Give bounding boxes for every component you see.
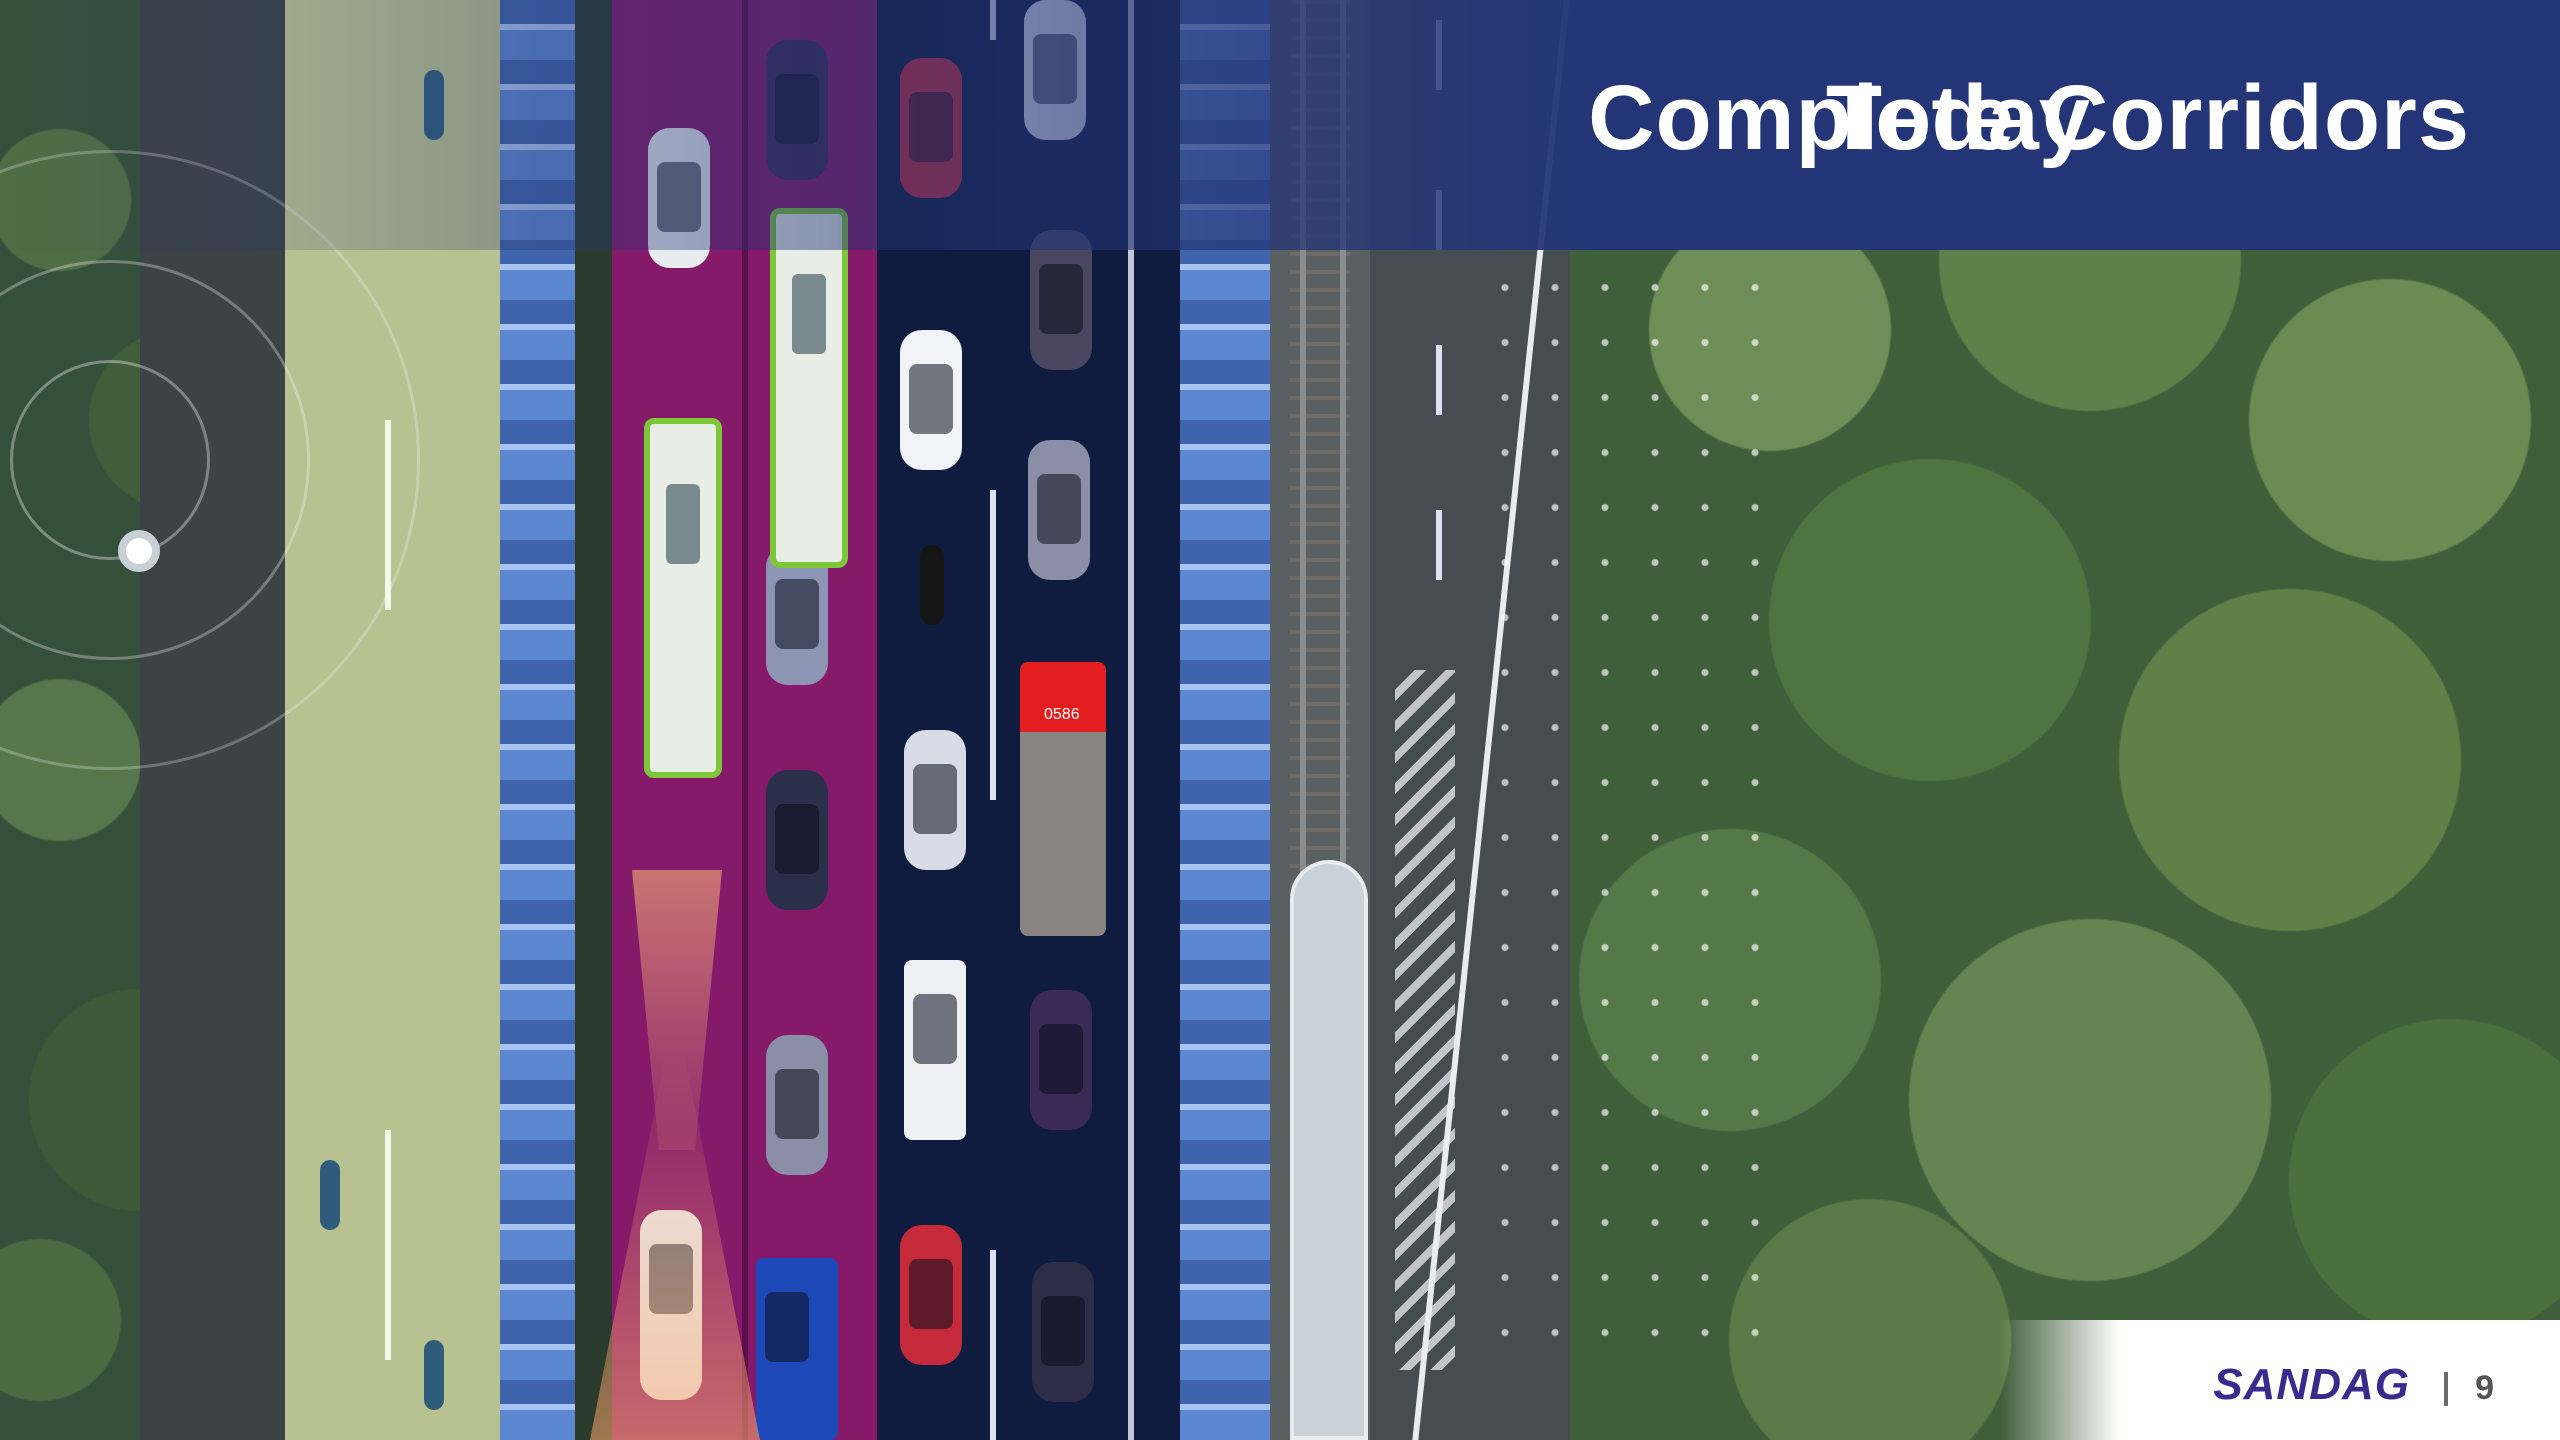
footer-separator [2444, 1372, 2448, 1406]
fire-truck-number: 0586 [1044, 706, 1080, 723]
car [900, 330, 962, 470]
bus [770, 208, 848, 568]
lane-dash [990, 1250, 996, 1440]
slide: 0586 Complete Corridors Today SANDAG 9 [0, 0, 2560, 1440]
lane-dash [1436, 345, 1442, 415]
lane-dash [1436, 510, 1442, 580]
sensor-range-ring [10, 360, 210, 560]
light-rail-train [1290, 860, 1368, 1440]
car [904, 730, 966, 870]
slide-title-overlay: Today [1825, 67, 2090, 169]
motorcycle [920, 545, 944, 625]
autonomous-vehicle [756, 1258, 838, 1440]
fire-truck [1020, 662, 1106, 936]
page-number: 9 [2475, 1369, 2494, 1407]
dot-grid-overlay [1480, 260, 1800, 1360]
sensor-icon [118, 530, 160, 572]
car [766, 1035, 828, 1175]
car [1028, 440, 1090, 580]
sandag-logo: SANDAG [2213, 1360, 2410, 1409]
car [766, 770, 828, 910]
car [1032, 1262, 1094, 1402]
cyclist [424, 1340, 444, 1410]
bike-lane-line [385, 1130, 391, 1360]
car [1030, 990, 1092, 1130]
lane-dash [990, 490, 996, 800]
car [1030, 230, 1092, 370]
van [904, 960, 966, 1140]
chevron-markings [1395, 670, 1455, 1370]
bus [644, 418, 722, 778]
cyclist [320, 1160, 340, 1230]
car [900, 1225, 962, 1365]
